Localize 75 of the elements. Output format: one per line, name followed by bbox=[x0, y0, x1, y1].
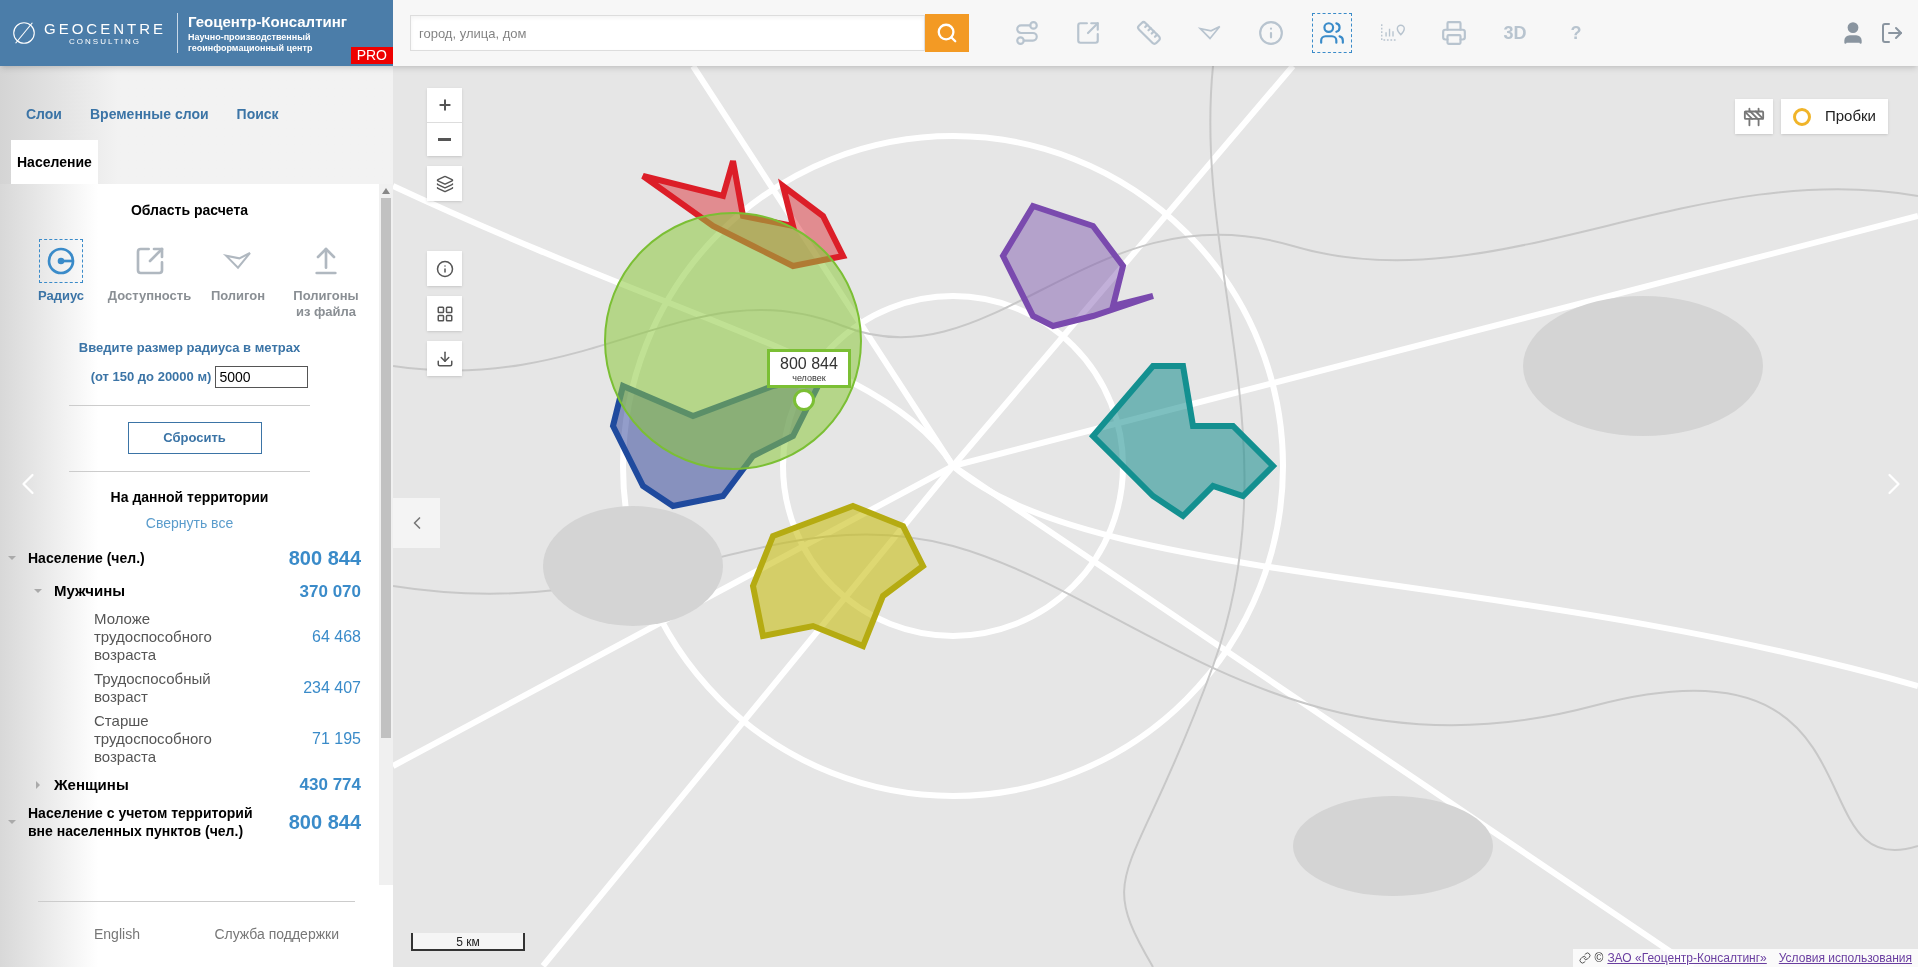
tree-label[interactable]: Мужчины bbox=[54, 582, 126, 601]
radius-input[interactable]: 5000 bbox=[215, 365, 309, 388]
roadworks-icon bbox=[1743, 105, 1765, 128]
logo-subtext: CONSULTING bbox=[69, 36, 141, 47]
attribution-link[interactable]: ЗАО «Геоцентр-Консалтинг» bbox=[1607, 949, 1767, 967]
reset-button[interactable]: Сбросить bbox=[127, 421, 262, 454]
collapsed-caret-icon[interactable] bbox=[34, 780, 42, 789]
tree-label[interactable]: Население (чел.) bbox=[28, 548, 145, 567]
nav-link[interactable]: Слои bbox=[26, 104, 62, 125]
footer-link[interactable]: Служба поддержки bbox=[214, 924, 339, 945]
ruler-icon bbox=[1136, 20, 1162, 46]
open-square-icon bbox=[1075, 20, 1101, 46]
tree-label[interactable]: Женщины bbox=[54, 775, 129, 794]
toolbar-button[interactable] bbox=[1312, 13, 1352, 53]
people-icon bbox=[1319, 20, 1345, 46]
grid-icon bbox=[435, 304, 454, 323]
search-field[interactable]: город, улица, дом bbox=[410, 15, 925, 51]
plus-icon bbox=[436, 97, 453, 113]
search-button[interactable] bbox=[925, 14, 969, 52]
layers-icon bbox=[435, 174, 454, 193]
download-icon bbox=[435, 349, 454, 368]
layers-button[interactable] bbox=[427, 166, 462, 201]
tree-label: Моложе трудоспособного возраста bbox=[94, 610, 213, 664]
popup-unit: человек bbox=[792, 373, 826, 383]
pro-badge: PRO bbox=[350, 47, 393, 64]
info-button[interactable] bbox=[427, 251, 462, 286]
nav-link[interactable]: Поиск bbox=[236, 104, 279, 125]
tree-value: 234 407 bbox=[303, 678, 361, 698]
collapse-all-link[interactable]: Свернуть все bbox=[145, 512, 234, 534]
company-subtitle: Научно-производственный геоинформационный центр bbox=[188, 32, 314, 54]
tree-value: 800 844 bbox=[288, 545, 361, 571]
print-icon bbox=[1441, 20, 1467, 46]
calc-mode-option[interactable]: Полигоны из файла bbox=[289, 239, 363, 320]
minus-icon bbox=[438, 138, 451, 141]
traffic-button[interactable]: Пробки bbox=[1781, 99, 1888, 134]
section-title: Область расчета bbox=[129, 201, 250, 220]
logout-icon[interactable] bbox=[1880, 21, 1904, 45]
popup-value: 800 844 bbox=[780, 354, 838, 373]
tree-label[interactable]: Население с учетом территорий вне населенных пунктов (чел.) bbox=[28, 803, 256, 840]
collapse-panel-button[interactable] bbox=[393, 498, 440, 548]
tree-label: Трудоспособный возраст bbox=[94, 670, 212, 706]
info-icon bbox=[435, 259, 454, 278]
tree-label: Старше трудоспособного возраста bbox=[94, 712, 213, 766]
tree-value: 370 070 bbox=[299, 580, 361, 603]
copyright-sign: © bbox=[1594, 950, 1604, 967]
calc-mode-option[interactable]: Радиус bbox=[24, 239, 98, 320]
roadworks-button[interactable] bbox=[1735, 99, 1773, 134]
download-button[interactable] bbox=[427, 341, 462, 376]
terms-link[interactable]: Условия использования bbox=[1778, 949, 1912, 967]
expanded-caret-icon[interactable] bbox=[34, 587, 42, 596]
traffic-ring-icon bbox=[1793, 107, 1811, 126]
calc-mode-option[interactable]: Полигон bbox=[201, 239, 275, 320]
route-icon bbox=[1014, 20, 1040, 46]
subtab[interactable]: Население bbox=[11, 140, 98, 184]
tree-value: 800 844 bbox=[288, 809, 361, 835]
scale-bar: 5 км bbox=[411, 933, 525, 951]
results-title: На данной территории bbox=[109, 487, 270, 507]
search-icon bbox=[936, 22, 958, 44]
logo-text: GEOCENTRE bbox=[44, 19, 166, 37]
logo-ring-icon bbox=[10, 19, 38, 47]
link-icon bbox=[1578, 952, 1591, 964]
expanded-caret-icon[interactable] bbox=[8, 553, 16, 562]
range-label: (от 150 до 20000 м) bbox=[90, 367, 212, 386]
tree-value: 64 468 bbox=[312, 627, 361, 647]
footer-link[interactable]: English bbox=[94, 924, 140, 945]
radius-icon bbox=[45, 245, 77, 277]
scrollbar[interactable] bbox=[379, 184, 393, 885]
scroll-up-arrow-icon[interactable] bbox=[382, 188, 390, 194]
tree-value: 71 195 bbox=[312, 729, 361, 749]
company-title: Геоцентр-Консалтинг bbox=[188, 12, 348, 32]
expanded-caret-icon[interactable] bbox=[8, 817, 16, 826]
radius-prompt: Введите размер радиуса в метрах bbox=[77, 339, 302, 357]
nav-link[interactable]: Временные слои bbox=[90, 104, 209, 125]
grid-button[interactable] bbox=[427, 296, 462, 331]
tree-value: 430 774 bbox=[299, 774, 361, 796]
